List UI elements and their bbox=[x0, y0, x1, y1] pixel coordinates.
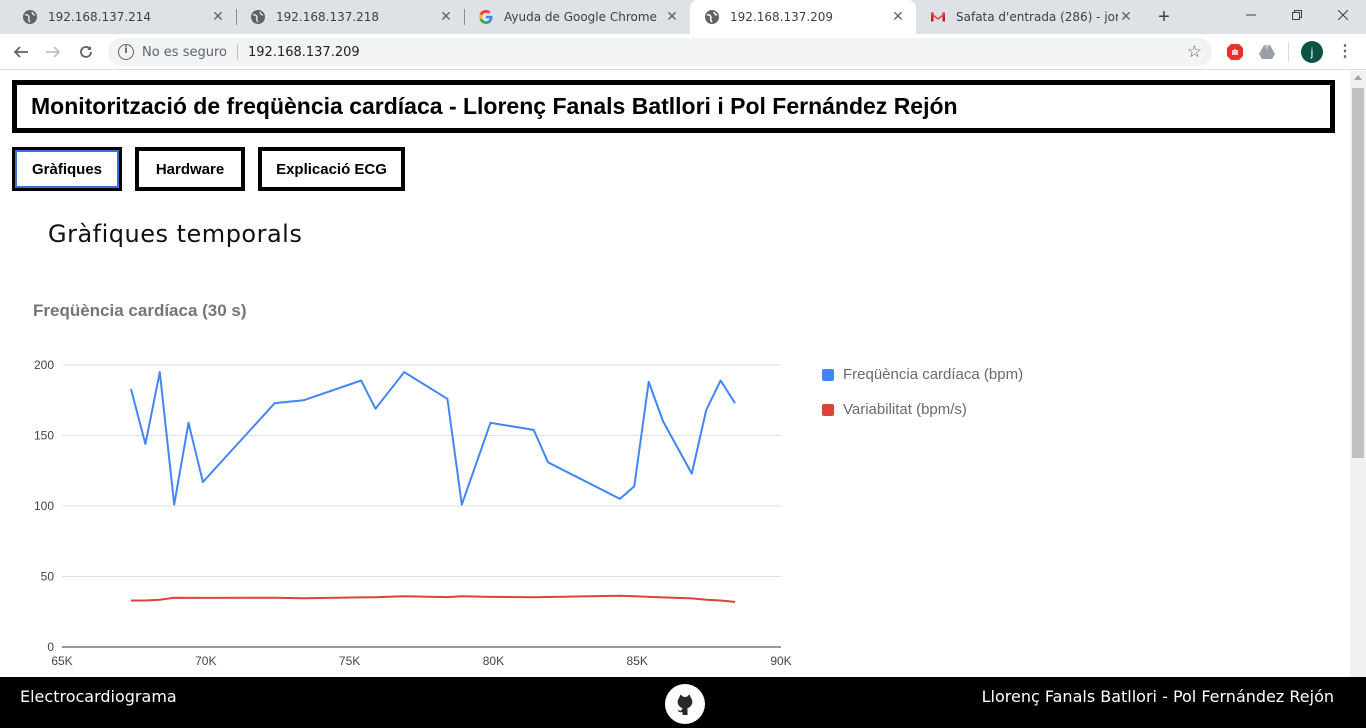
close-window-icon[interactable] bbox=[1320, 0, 1366, 30]
drive-extension-icon[interactable] bbox=[1258, 43, 1276, 61]
toolbar-divider bbox=[1288, 42, 1289, 62]
forward-icon[interactable] bbox=[41, 40, 65, 64]
page-header: Monitorització de freqüència cardíaca - … bbox=[12, 80, 1335, 133]
browser-tab-active[interactable]: 192.168.137.209 ✕ bbox=[690, 0, 916, 34]
globe-icon bbox=[22, 9, 38, 25]
tab-title: 192.168.137.218 bbox=[276, 10, 380, 24]
heart-rate-chart: 0 50 100 150 200 65K 70K 75K 80K 85K 90K bbox=[34, 358, 792, 668]
footer-right-text: Llorenç Fanals Batllori - Pol Fernández … bbox=[981, 687, 1334, 706]
scroll-thumb[interactable] bbox=[1352, 88, 1364, 458]
bookmark-star-icon[interactable]: ☆ bbox=[1187, 42, 1202, 62]
browser-toolbar: i No es seguro 192.168.137.209 ☆ bbox=[0, 34, 1366, 70]
new-tab-button[interactable]: + bbox=[1154, 7, 1174, 27]
reload-icon[interactable] bbox=[74, 40, 98, 64]
tab-title: Ayuda de Google Chrome bbox=[504, 10, 657, 24]
x-tick-label: 75K bbox=[339, 654, 360, 668]
y-tick-label: 100 bbox=[34, 499, 54, 513]
gmail-icon bbox=[930, 9, 946, 25]
y-tick-label: 0 bbox=[47, 640, 54, 654]
adblock-extension-icon[interactable] bbox=[1226, 43, 1244, 61]
tab-title: 192.168.137.209 bbox=[730, 10, 834, 24]
globe-icon bbox=[704, 9, 720, 25]
legend-item-variability[interactable]: Variabilitat (bpm/s) bbox=[822, 401, 967, 418]
github-icon[interactable] bbox=[665, 684, 705, 724]
info-icon[interactable]: i bbox=[118, 44, 134, 60]
restore-icon[interactable] bbox=[1274, 0, 1320, 30]
page-scrollbar[interactable] bbox=[1350, 71, 1366, 677]
chart-title: Freqüència cardíaca (30 s) bbox=[33, 301, 247, 320]
url-text[interactable]: 192.168.137.209 bbox=[248, 45, 360, 60]
x-tick-label: 80K bbox=[483, 654, 504, 668]
x-tick-label: 65K bbox=[51, 654, 72, 668]
y-tick-label: 50 bbox=[41, 570, 55, 584]
menu-icon[interactable]: ⋮ bbox=[1337, 42, 1353, 62]
footer-left-text: Electrocardiograma bbox=[20, 687, 177, 706]
page-footer: Electrocardiograma Llorenç Fanals Batllo… bbox=[0, 677, 1366, 728]
legend-swatch-red bbox=[822, 403, 834, 416]
scroll-up-arrow-icon[interactable] bbox=[1354, 75, 1362, 80]
legend-label: Freqüència cardíaca (bpm) bbox=[843, 366, 1024, 383]
page-content: Monitorització de freqüència cardíaca - … bbox=[0, 71, 1350, 677]
nav-tab-explicacio-ecg[interactable]: Explicació ECG bbox=[258, 147, 405, 191]
series-line-variability bbox=[131, 594, 736, 603]
browser-tab[interactable]: 192.168.137.214 ✕ bbox=[8, 0, 236, 34]
x-tick-label: 90K bbox=[770, 654, 791, 668]
y-tick-label: 150 bbox=[34, 429, 54, 443]
profile-avatar[interactable]: j bbox=[1301, 41, 1323, 63]
minimize-icon[interactable] bbox=[1228, 0, 1274, 30]
address-bar[interactable]: i No es seguro 192.168.137.209 ☆ bbox=[108, 38, 1212, 66]
x-tick-label: 85K bbox=[627, 654, 648, 668]
tab-title: Safata d'entrada (286) - jordifa bbox=[956, 10, 1118, 24]
omnibox-divider bbox=[237, 44, 238, 60]
legend-swatch-blue bbox=[822, 368, 834, 381]
legend-label: Variabilitat (bpm/s) bbox=[843, 401, 967, 418]
tab-title: 192.168.137.214 bbox=[48, 10, 152, 24]
section-title: Gràfiques temporals bbox=[48, 220, 303, 248]
close-icon[interactable]: ✕ bbox=[890, 9, 906, 25]
close-icon[interactable]: ✕ bbox=[210, 9, 226, 25]
globe-icon bbox=[250, 9, 266, 25]
x-tick-label: 70K bbox=[195, 654, 216, 668]
nav-tab-hardware[interactable]: Hardware bbox=[135, 147, 245, 191]
nav-tab-grafiques[interactable]: Gràfiques bbox=[12, 147, 122, 191]
page-title: Monitorització de freqüència cardíaca - … bbox=[31, 93, 958, 119]
browser-tab[interactable]: 192.168.137.218 ✕ bbox=[236, 0, 464, 34]
legend-item-heart-rate[interactable]: Freqüència cardíaca (bpm) bbox=[822, 366, 1023, 383]
security-label[interactable]: No es seguro bbox=[142, 45, 227, 60]
browser-tab-strip: 192.168.137.214 ✕ 192.168.137.218 ✕ Ayud… bbox=[0, 0, 1366, 34]
browser-tab[interactable]: Safata d'entrada (286) - jordifa ✕ bbox=[916, 0, 1144, 34]
close-icon[interactable]: ✕ bbox=[664, 9, 680, 25]
close-icon[interactable]: ✕ bbox=[438, 9, 454, 25]
series-line-heart-rate bbox=[130, 371, 736, 506]
browser-tab[interactable]: Ayuda de Google Chrome ✕ bbox=[464, 0, 690, 34]
close-icon[interactable]: ✕ bbox=[1118, 9, 1134, 25]
back-icon[interactable] bbox=[9, 40, 33, 64]
google-g-icon bbox=[478, 9, 494, 25]
y-tick-label: 200 bbox=[34, 358, 54, 372]
